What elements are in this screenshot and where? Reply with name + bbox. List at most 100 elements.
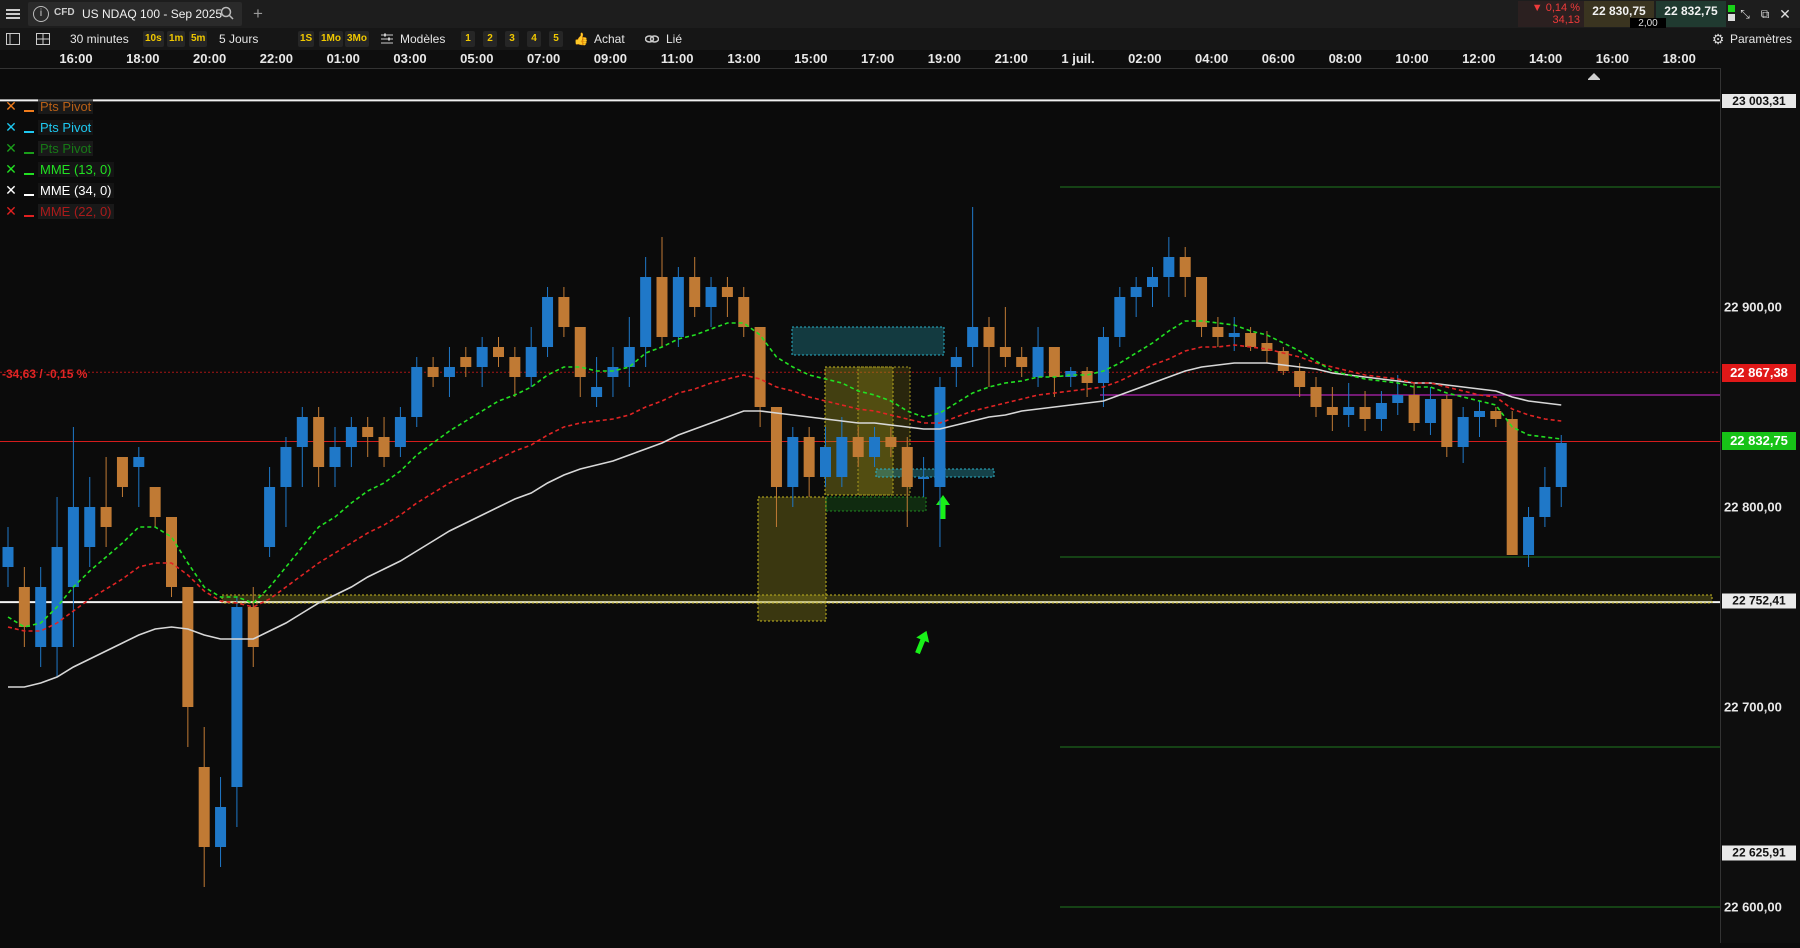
gear-icon: ⚙ — [1711, 30, 1725, 47]
candle-body — [869, 437, 881, 457]
time-tick: 11:00 — [660, 51, 694, 66]
candle-body — [967, 327, 979, 347]
instrument-bar: i CFD US NDAQ 100 - Sep 2025 + ▼ 0,14 % … — [0, 0, 1800, 29]
candle-body — [934, 387, 946, 487]
candle-body — [836, 437, 848, 477]
price-label-22700: 22 700,00 — [1724, 699, 1782, 715]
slot-3[interactable]: 3 — [505, 31, 519, 47]
candle-body — [1539, 487, 1551, 517]
legend-item[interactable]: ✕ Pts Pivot — [4, 97, 94, 116]
price-label-22800: 22 800,00 — [1724, 499, 1782, 515]
remove-indicator-icon[interactable]: ✕ — [4, 119, 18, 136]
info-icon[interactable]: i — [33, 6, 49, 22]
time-tick: 19:00 — [927, 51, 962, 66]
low-level-badge: 22 625,91 — [1722, 845, 1796, 861]
color-swatch — [24, 110, 34, 112]
time-tick: 08:00 — [1328, 51, 1362, 66]
candle-body — [198, 767, 210, 847]
candle-body — [770, 407, 782, 487]
legend-item[interactable]: ✕ Pts Pivot — [4, 139, 94, 158]
slot-1[interactable]: 1 — [461, 31, 475, 47]
time-tick: 06:00 — [1261, 51, 1296, 66]
add-tab-button[interactable]: + — [253, 4, 263, 24]
instrument-type-badge: CFD — [54, 7, 75, 18]
interval-10s[interactable]: 10s — [143, 31, 164, 47]
candle-body — [133, 457, 145, 467]
legend-label: Pts Pivot — [38, 120, 94, 135]
remove-indicator-icon[interactable]: ✕ — [4, 161, 18, 178]
candle-body — [1179, 257, 1191, 277]
candle-body — [51, 547, 63, 647]
candle-body — [443, 367, 455, 377]
link-icon — [644, 31, 660, 47]
liquidity-zone — [791, 326, 945, 356]
range-1mo[interactable]: 1Mo — [319, 31, 343, 47]
layout-icon[interactable] — [34, 31, 52, 47]
slot-4[interactable]: 4 — [527, 31, 541, 47]
sidebar-toggle-icon[interactable] — [4, 31, 22, 47]
demand-zone — [757, 496, 827, 622]
candle-body — [149, 487, 161, 517]
candle-body — [1359, 407, 1371, 419]
close-icon[interactable]: ✕ — [1778, 5, 1792, 23]
legend-item[interactable]: ✕ MME (22, 0) — [4, 202, 114, 221]
remove-indicator-icon[interactable]: ✕ — [4, 98, 18, 115]
candle-body — [247, 607, 259, 647]
change-label: -34,63 / -0,15 % — [2, 367, 88, 381]
candle-body — [1375, 403, 1387, 419]
ask-price[interactable]: 22 832,75 — [1656, 1, 1726, 27]
prev-close-badge: 22 867,38 — [1722, 364, 1796, 382]
buy-signal-arrow-icon — [936, 495, 950, 519]
candle-body — [378, 437, 390, 457]
legend-item[interactable]: ✕ MME (34, 0) — [4, 181, 114, 200]
current-price-badge: 22 832,75 — [1722, 432, 1796, 450]
remove-indicator-icon[interactable]: ✕ — [4, 203, 18, 220]
candle-body — [1523, 517, 1535, 555]
legend-item[interactable]: ✕ MME (13, 0) — [4, 160, 114, 179]
search-icon[interactable] — [220, 6, 234, 25]
time-tick: 17:00 — [860, 51, 895, 66]
change-pct: ▼ 0,14 % — [1531, 2, 1580, 14]
candle-body — [1081, 371, 1093, 383]
buy-button[interactable]: Achat — [594, 31, 625, 47]
range-3mo[interactable]: 3Mo — [345, 31, 369, 47]
menu-icon[interactable] — [4, 4, 22, 24]
candle-body — [1326, 407, 1338, 415]
candle-body — [427, 367, 439, 377]
slot-2[interactable]: 2 — [483, 31, 497, 47]
time-tick: 18:00 — [1662, 51, 1696, 66]
candle-body — [721, 287, 733, 297]
interval-1m[interactable]: 1m — [167, 31, 186, 47]
time-tick: 09:00 — [593, 51, 628, 66]
color-swatch — [24, 194, 34, 196]
interval-5m[interactable]: 5m — [189, 31, 208, 47]
candle-body — [1506, 419, 1518, 555]
change-abs: 34,13 — [1552, 14, 1580, 26]
timeframe-select[interactable]: 30 minutes — [70, 31, 129, 47]
period-select[interactable]: 5 Jours — [219, 31, 258, 47]
legend-label: MME (13, 0) — [38, 162, 114, 177]
models-button[interactable]: Modèles — [400, 31, 445, 47]
popout-icon[interactable]: ⧉ — [1758, 5, 1772, 23]
remove-indicator-icon[interactable]: ✕ — [4, 140, 18, 157]
candle-body — [1408, 395, 1420, 423]
chart-area[interactable]: ✕ Pts Pivot ✕ Pts Pivot ✕ Pts Pivot ✕ MME (13, … — [0, 68, 1720, 943]
settings-button[interactable]: Paramètres — [1730, 31, 1792, 47]
candle-body — [264, 487, 276, 547]
level-top-badge: 23 003,31 — [1722, 94, 1796, 108]
candle-body — [84, 507, 96, 547]
link-button[interactable]: Lié — [666, 31, 682, 47]
change-box: ▼ 0,14 % 34,13 — [1518, 1, 1584, 27]
price-chart[interactable] — [0, 68, 1720, 943]
candle-body — [1424, 399, 1436, 423]
time-axis[interactable]: 16:00 18:00 20:00 22:00 01:00 03:00 05:00 07:00… — [0, 50, 1800, 69]
slot-5[interactable]: 5 — [549, 31, 563, 47]
collapse-icon[interactable]: ⤡ — [1738, 5, 1752, 23]
candle-body — [983, 327, 995, 347]
candle-body — [1196, 277, 1208, 327]
range-1s[interactable]: 1S — [298, 31, 315, 47]
candle-body — [296, 417, 308, 447]
remove-indicator-icon[interactable]: ✕ — [4, 182, 18, 199]
legend-item[interactable]: ✕ Pts Pivot — [4, 118, 94, 137]
instrument-tab[interactable]: i CFD US NDAQ 100 - Sep 2025 — [28, 2, 242, 26]
